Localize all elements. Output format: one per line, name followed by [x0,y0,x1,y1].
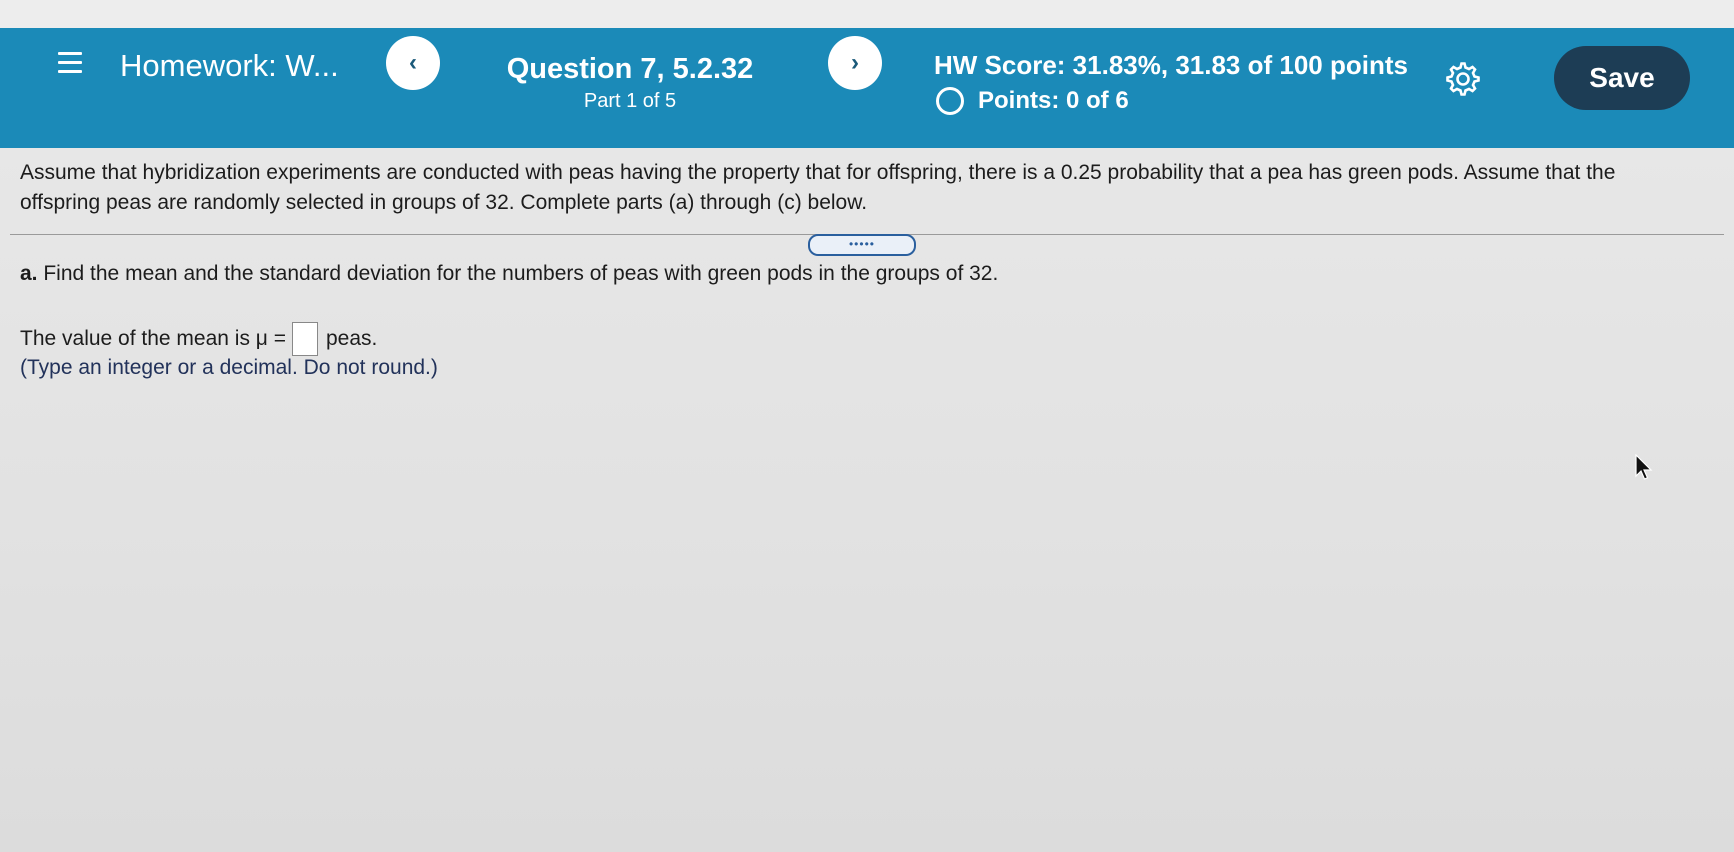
part-a-text: Find the mean and the standard deviation… [43,262,999,285]
score-block: HW Score: 31.83%, 31.83 of 100 points Po… [934,50,1408,115]
mean-answer-input[interactable] [292,322,318,356]
mean-answer-row: The value of the mean is μ = peas. [20,322,377,356]
hw-score: HW Score: 31.83%, 31.83 of 100 points [934,50,1408,80]
collapse-handle[interactable]: ••••• [808,234,916,256]
question-title: Question 7, 5.2.32 [506,53,754,85]
points-row: Points: 0 of 6 [934,87,1408,115]
points-text: Points: 0 of 6 [978,87,1129,114]
mouse-pointer-icon [1634,453,1654,482]
question-intro: Assume that hybridization experiments ar… [20,161,1616,214]
mean-answer-prefix: The value of the mean is μ = [20,327,286,350]
question-info: Question 7, 5.2.32 Part 1 of 5 [470,28,790,113]
part-a-letter: a. [20,262,38,285]
page: Homework: W... ‹ Question 7, 5.2.32 Part… [0,0,1734,852]
chevron-left-icon: ‹ [409,49,417,76]
gear-icon[interactable] [1446,62,1480,96]
question-part: Part 1 of 5 [583,90,677,112]
previous-question-button[interactable]: ‹ [386,36,440,90]
part-a-prompt: a. Find the mean and the standard deviat… [20,262,998,286]
answer-hint: (Type an integer or a decimal. Do not ro… [20,356,438,379]
chevron-right-icon: › [851,49,859,76]
homework-title[interactable]: Homework: W... [120,48,339,84]
mean-answer-suffix: peas. [326,327,378,350]
save-button[interactable]: Save [1554,46,1690,110]
points-status-circle-icon [936,87,964,115]
top-strip [0,0,1734,28]
hamburger-menu-icon[interactable] [58,52,82,74]
next-question-button[interactable]: › [828,36,882,90]
